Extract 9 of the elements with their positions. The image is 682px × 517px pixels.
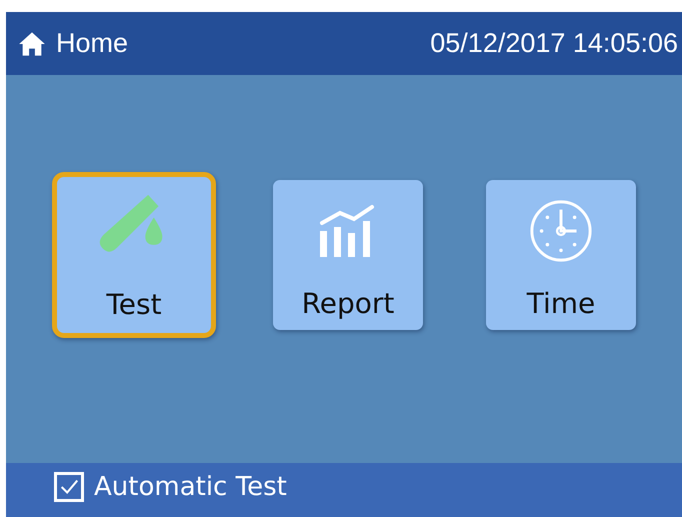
checkbox[interactable] [54, 472, 84, 502]
clock-icon [528, 198, 594, 264]
date-time: 05/12/2017 14:05:06 [430, 28, 678, 59]
menu-tile[interactable]: Test [52, 172, 216, 338]
checkbox-label: Automatic Test [94, 472, 287, 502]
home-icon[interactable] [18, 30, 46, 56]
screen-title: Home [56, 28, 128, 59]
menu-tile[interactable]: Report [273, 180, 423, 330]
menu-tile[interactable]: Time [486, 180, 636, 330]
